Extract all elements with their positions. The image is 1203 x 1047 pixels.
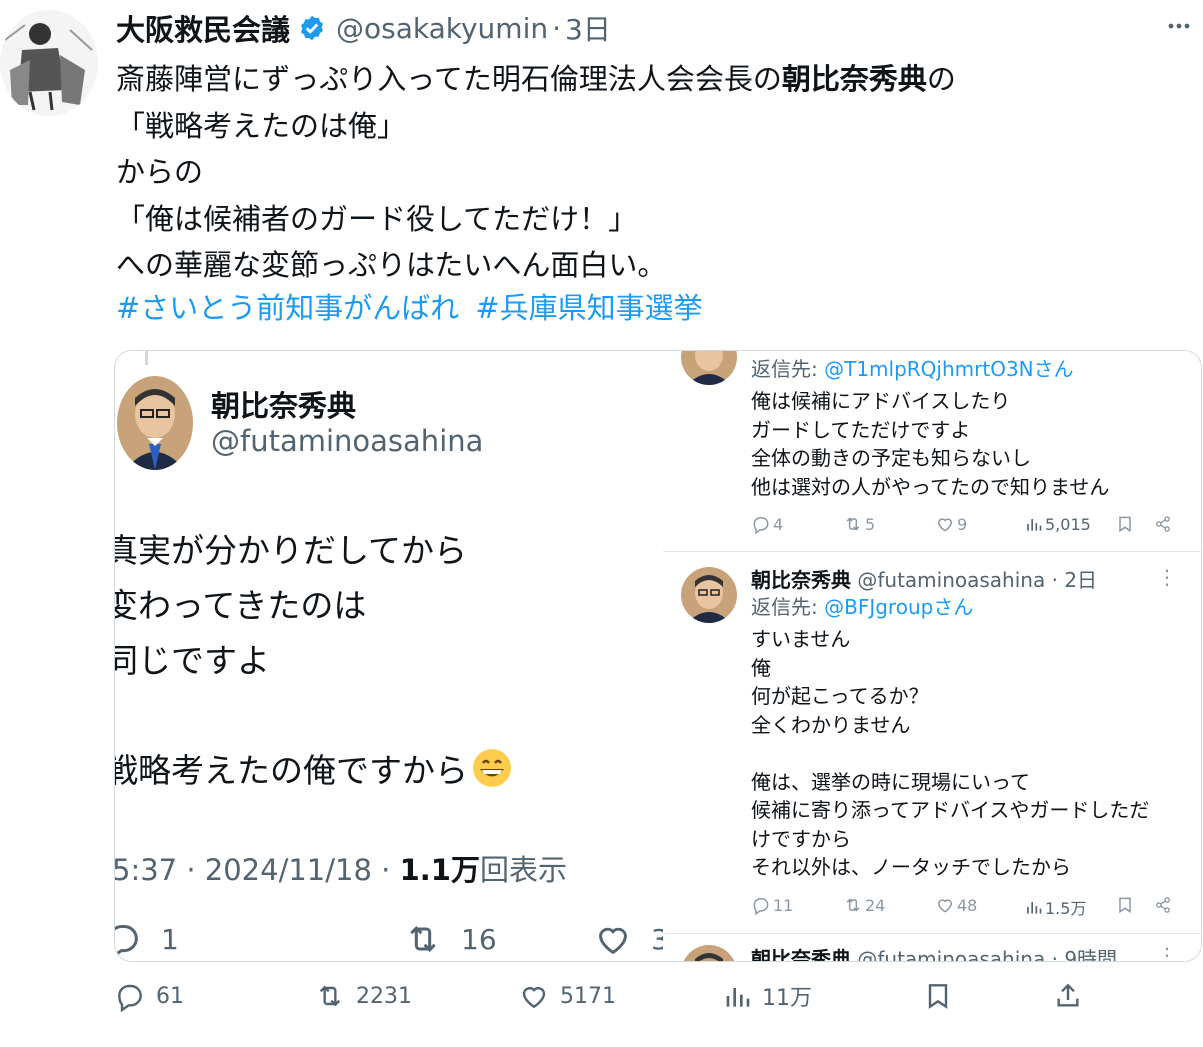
share-icon bbox=[1156, 516, 1170, 532]
share-icon bbox=[1057, 983, 1079, 1007]
embedded-tweet-text: 真実が分かりだしてから 変わってきたのは 同じですよ 戦略考えたの俺ですから bbox=[115, 523, 512, 798]
reply-to-label: 返信先: @BFJgroupさん bbox=[751, 595, 974, 619]
tweet-body-line: からの bbox=[116, 155, 204, 189]
share-icon bbox=[1156, 897, 1170, 913]
thread-line bbox=[145, 351, 148, 365]
author-avatar[interactable] bbox=[0, 10, 98, 116]
embedded-text-line: 戦略考えたの俺ですから bbox=[115, 743, 512, 798]
reply-avatar bbox=[681, 945, 737, 961]
embedded-text-line: 真実が分かりだしてから bbox=[115, 531, 468, 570]
grinning-face-emoji-icon bbox=[472, 748, 512, 788]
bookmark-icon bbox=[1119, 516, 1131, 533]
views-icon bbox=[1027, 902, 1042, 914]
tweet-actions: 61 2231 5171 11万 bbox=[114, 980, 1200, 1024]
reply-to-label: 返信先: @T1mlpRQjhmrtO3Nさん bbox=[751, 357, 1074, 381]
divider bbox=[663, 551, 1201, 552]
heart-icon bbox=[937, 518, 953, 532]
embedded-screenshot-right: 返信先: @T1mlpRQjhmrtO3Nさん 俺は候補にアドバイスしたり ガー… bbox=[663, 351, 1201, 961]
tweet-body-line: 斎藤陣営にずっぷり入ってた明石倫理法人会会長の朝比奈秀典の bbox=[116, 62, 956, 96]
views-count: 11万 bbox=[762, 986, 812, 1011]
reply-text: 俺は候補にアドバイスしたり ガードしてただけですよ 全体の動きの予定も知らないし… bbox=[751, 389, 1110, 499]
more-options-icon[interactable] bbox=[1165, 12, 1193, 40]
separator-dot: · bbox=[552, 11, 562, 45]
reply-icon bbox=[753, 898, 769, 915]
embedded-author-handle: @futaminoasahina bbox=[211, 424, 484, 458]
retweet-icon bbox=[846, 898, 860, 912]
reply-author-line: 朝比奈秀典 @futaminoasahina · 9時間 bbox=[751, 947, 1118, 961]
reply-avatar bbox=[681, 567, 737, 623]
more-options-icon: ⋮ bbox=[1157, 943, 1177, 961]
tweet-body: 斎藤陣営にずっぷり入ってた明石倫理法人会会長の朝比奈秀典の 「戦略考えたのは俺」… bbox=[116, 56, 1176, 289]
more-options-icon: ⋮ bbox=[1157, 565, 1177, 589]
tweet-header: 大阪救民会議 @osakakyumin · 3日 bbox=[116, 8, 611, 48]
attached-image[interactable]: 朝比奈秀典 @futaminoasahina 真実が分かりだしてから 変わってき… bbox=[114, 350, 1202, 962]
views-icon bbox=[1027, 519, 1042, 531]
share-button[interactable] bbox=[1052, 980, 1094, 1012]
reply-actions: 4 5 9 5,015 bbox=[751, 514, 1171, 538]
reply-icon bbox=[753, 517, 769, 534]
divider bbox=[663, 933, 1201, 934]
embedded-retweet-count: 16 bbox=[403, 919, 497, 959]
reply-text: すいません 俺 何が起こってるか？ 全くわかりません 俺は、選挙の時に現場にいっ… bbox=[751, 627, 1150, 879]
hashtag-link[interactable]: #さいとう前知事がんばれ bbox=[116, 291, 459, 325]
heart-icon bbox=[937, 899, 953, 913]
reply-icon bbox=[118, 984, 142, 1012]
reply-icon bbox=[115, 925, 138, 957]
author-handle[interactable]: @osakakyumin bbox=[336, 12, 548, 45]
embedded-actions: 1 16 32 bbox=[115, 919, 663, 959]
retweet-icon bbox=[410, 926, 436, 952]
embedded-author-name: 朝比奈秀典 bbox=[211, 389, 357, 423]
author-display-name[interactable]: 大阪救民会議 bbox=[116, 7, 290, 49]
heart-icon bbox=[598, 927, 628, 955]
bookmark-icon bbox=[928, 984, 948, 1009]
like-button[interactable]: 5171 bbox=[518, 980, 616, 1012]
views-icon bbox=[726, 988, 750, 1007]
retweet-icon bbox=[319, 985, 341, 1007]
retweet-button[interactable]: 2231 bbox=[314, 980, 412, 1012]
bookmark-icon bbox=[1119, 897, 1131, 914]
reply-avatar bbox=[681, 351, 737, 385]
embedded-text-line: 同じですよ bbox=[115, 641, 270, 680]
embedded-author-avatar bbox=[117, 376, 193, 470]
hashtag-link[interactable]: #兵庫県知事選挙 bbox=[475, 291, 702, 325]
verified-badge-icon bbox=[298, 14, 326, 42]
reply-actions: 11 24 48 1.5万 bbox=[751, 895, 1171, 919]
views-button[interactable]: 11万 bbox=[720, 980, 812, 1012]
heart-icon bbox=[522, 987, 546, 1009]
embedded-text-line: 変わってきたのは bbox=[115, 586, 367, 625]
tweet-body-line: への華麗な変節っぷりはたいへん面白い。 bbox=[116, 248, 667, 282]
embedded-like-count: 32 bbox=[593, 919, 663, 959]
tweet-body-line: 「俺は候補者のガード役してただけ！」 bbox=[116, 201, 638, 236]
reply-author-line: 朝比奈秀典 @futaminoasahina · 2日 bbox=[751, 568, 1098, 592]
retweet-count: 2231 bbox=[356, 983, 412, 1009]
bookmark-button[interactable] bbox=[922, 980, 964, 1012]
embedded-reply-count: 1 bbox=[115, 919, 179, 959]
tweet-body-line: 「戦略考えたのは俺」 bbox=[116, 108, 407, 143]
embedded-text-line bbox=[115, 688, 512, 743]
reply-count: 61 bbox=[156, 983, 184, 1009]
like-count: 5171 bbox=[560, 983, 616, 1009]
tweet-time[interactable]: 3日 bbox=[565, 8, 611, 48]
hashtags: #さいとう前知事がんばれ #兵庫県知事選挙 bbox=[116, 288, 719, 328]
embedded-tweet-meta: 5:37 · 2024/11/18 · 1.1万回表示 bbox=[115, 853, 567, 887]
reply-button[interactable]: 61 bbox=[114, 980, 184, 1012]
embedded-screenshot-left: 朝比奈秀典 @futaminoasahina 真実が分かりだしてから 変わってき… bbox=[115, 351, 663, 961]
retweet-icon bbox=[846, 517, 860, 531]
